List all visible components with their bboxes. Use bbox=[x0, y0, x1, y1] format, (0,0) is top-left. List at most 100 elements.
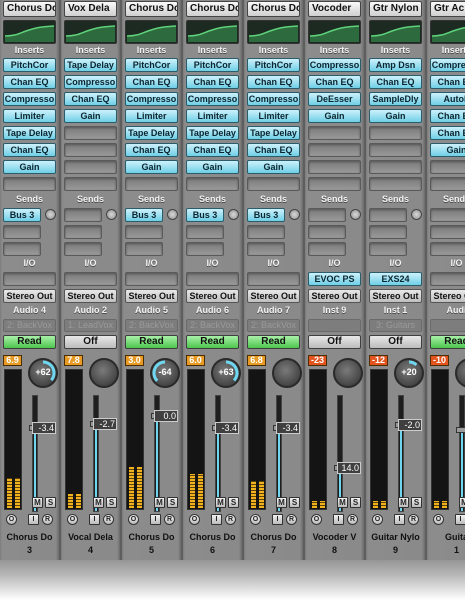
eq-thumbnail[interactable] bbox=[369, 20, 422, 44]
send-slot[interactable] bbox=[3, 225, 41, 239]
insert-slot[interactable]: Chan EQ bbox=[430, 75, 465, 89]
channel-name-field[interactable]: Vox Dela bbox=[64, 1, 117, 17]
insert-slot[interactable] bbox=[308, 126, 361, 140]
group-slot[interactable] bbox=[430, 319, 465, 332]
automation-mode-button[interactable]: Read bbox=[430, 335, 465, 349]
send-slot[interactable] bbox=[430, 242, 465, 256]
insert-slot[interactable] bbox=[369, 126, 422, 140]
send-slot[interactable] bbox=[64, 242, 102, 256]
solo-button[interactable]: S bbox=[228, 497, 239, 508]
mute-button[interactable]: M bbox=[215, 497, 226, 508]
track-name[interactable]: Chorus Do bbox=[244, 532, 303, 542]
peak-level-display[interactable]: 6.0 bbox=[186, 355, 205, 366]
channel-name-field[interactable]: Vocoder bbox=[308, 1, 361, 17]
insert-slot[interactable]: Tape Delay bbox=[247, 126, 300, 140]
mute-button[interactable]: M bbox=[398, 497, 409, 508]
send-slot[interactable]: Bus 3 bbox=[247, 208, 285, 222]
insert-slot[interactable]: Gain bbox=[430, 143, 465, 157]
insert-slot[interactable]: Chan EQ bbox=[247, 143, 300, 157]
input-monitor-button[interactable]: I bbox=[455, 514, 465, 525]
output-slot[interactable]: Stereo Out bbox=[430, 289, 465, 303]
volume-fader[interactable] bbox=[215, 395, 221, 512]
insert-slot[interactable]: PitchCor bbox=[125, 58, 178, 72]
insert-slot[interactable]: Gain bbox=[125, 160, 178, 174]
track-name[interactable]: Vocoder V bbox=[305, 532, 364, 542]
insert-slot[interactable]: Compresso bbox=[186, 92, 239, 106]
insert-slot[interactable]: Chan EQ bbox=[369, 75, 422, 89]
pan-knob[interactable]: +20 bbox=[394, 358, 424, 388]
insert-slot[interactable]: Gain bbox=[186, 160, 239, 174]
insert-slot[interactable] bbox=[369, 160, 422, 174]
volume-fader[interactable] bbox=[398, 395, 404, 512]
group-slot[interactable]: 2: BackVox bbox=[125, 319, 178, 332]
send-slot[interactable] bbox=[64, 208, 102, 222]
insert-slot[interactable]: Tape Delay bbox=[125, 126, 178, 140]
channel-name-field[interactable]: Chorus Do bbox=[3, 1, 56, 17]
pan-knob[interactable] bbox=[455, 358, 465, 388]
insert-slot[interactable]: Limiter bbox=[186, 109, 239, 123]
send-slot[interactable] bbox=[369, 208, 407, 222]
insert-slot[interactable] bbox=[3, 177, 56, 191]
input-slot[interactable] bbox=[247, 272, 300, 286]
eq-thumbnail[interactable] bbox=[308, 20, 361, 44]
send-level-knob[interactable] bbox=[350, 209, 361, 220]
stereo-link-button[interactable]: O bbox=[128, 514, 139, 525]
record-enable-button[interactable]: R bbox=[103, 514, 114, 525]
eq-thumbnail[interactable] bbox=[186, 20, 239, 44]
insert-slot[interactable]: Chan EQ bbox=[186, 143, 239, 157]
send-slot[interactable] bbox=[308, 208, 346, 222]
eq-thumbnail[interactable] bbox=[3, 20, 56, 44]
insert-slot[interactable]: Gain bbox=[3, 160, 56, 174]
insert-slot[interactable]: Compresso bbox=[308, 58, 361, 72]
send-slot[interactable] bbox=[247, 242, 285, 256]
volume-fader[interactable] bbox=[32, 395, 38, 512]
input-slot[interactable]: EVOC PS bbox=[308, 272, 361, 286]
insert-slot[interactable]: DeEsser bbox=[308, 92, 361, 106]
pan-knob[interactable]: -64 bbox=[150, 358, 180, 388]
insert-slot[interactable]: Gain bbox=[64, 109, 117, 123]
output-slot[interactable]: Stereo Out bbox=[64, 289, 117, 303]
send-slot[interactable] bbox=[247, 225, 285, 239]
channel-name-field[interactable]: Gtr Ac bbox=[430, 1, 465, 17]
send-slot[interactable] bbox=[186, 225, 224, 239]
output-slot[interactable]: Stereo Out bbox=[247, 289, 300, 303]
insert-slot[interactable]: Limiter bbox=[125, 109, 178, 123]
send-level-knob[interactable] bbox=[45, 209, 56, 220]
insert-slot[interactable]: Amp Dsn bbox=[369, 58, 422, 72]
peak-level-display[interactable]: 6.9 bbox=[3, 355, 22, 366]
peak-level-display[interactable]: -23 bbox=[308, 355, 327, 366]
send-slot[interactable] bbox=[3, 242, 41, 256]
automation-mode-button[interactable]: Read bbox=[125, 335, 178, 349]
input-monitor-button[interactable]: I bbox=[89, 514, 100, 525]
mute-button[interactable]: M bbox=[337, 497, 348, 508]
insert-slot[interactable] bbox=[369, 177, 422, 191]
insert-slot[interactable] bbox=[308, 160, 361, 174]
insert-slot[interactable] bbox=[125, 177, 178, 191]
send-level-knob[interactable] bbox=[289, 209, 300, 220]
record-enable-button[interactable]: R bbox=[347, 514, 358, 525]
send-slot[interactable] bbox=[369, 242, 407, 256]
mute-button[interactable]: M bbox=[276, 497, 287, 508]
solo-button[interactable]: S bbox=[167, 497, 178, 508]
insert-slot[interactable]: Gain bbox=[369, 109, 422, 123]
pan-knob[interactable] bbox=[272, 358, 302, 388]
input-monitor-button[interactable]: I bbox=[394, 514, 405, 525]
send-level-knob[interactable] bbox=[167, 209, 178, 220]
mute-button[interactable]: M bbox=[93, 497, 104, 508]
insert-slot[interactable]: Gain bbox=[308, 109, 361, 123]
input-monitor-button[interactable]: I bbox=[211, 514, 222, 525]
send-slot[interactable] bbox=[125, 242, 163, 256]
insert-slot[interactable]: Chan EQ bbox=[3, 75, 56, 89]
volume-fader[interactable] bbox=[337, 395, 343, 512]
record-enable-button[interactable]: R bbox=[286, 514, 297, 525]
output-slot[interactable]: Stereo Out bbox=[308, 289, 361, 303]
stereo-link-button[interactable]: O bbox=[189, 514, 200, 525]
insert-slot[interactable]: PitchCor bbox=[3, 58, 56, 72]
insert-slot[interactable]: Chan EQ bbox=[430, 126, 465, 140]
input-slot[interactable] bbox=[186, 272, 239, 286]
automation-mode-button[interactable]: Read bbox=[247, 335, 300, 349]
insert-slot[interactable] bbox=[369, 143, 422, 157]
insert-slot[interactable]: Chan EQ bbox=[64, 92, 117, 106]
insert-slot[interactable] bbox=[308, 177, 361, 191]
stereo-link-button[interactable]: O bbox=[311, 514, 322, 525]
